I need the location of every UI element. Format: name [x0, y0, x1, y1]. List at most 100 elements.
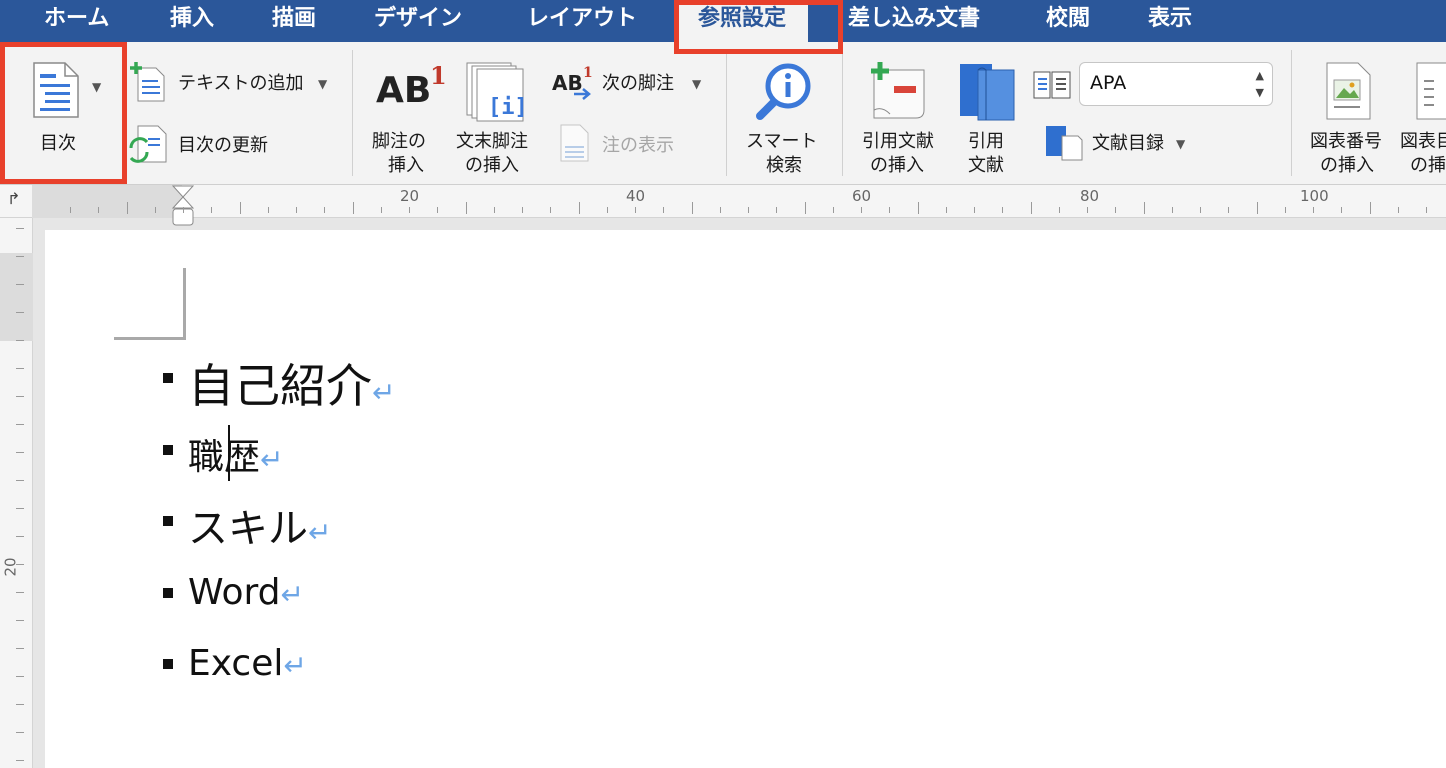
ruler-tick — [1285, 207, 1286, 213]
add-text-button[interactable]: テキストの追加 ▼ — [128, 62, 333, 106]
insert-tof-label-2: の挿 — [1410, 155, 1446, 176]
svg-text:AB: AB — [376, 70, 431, 111]
tab-draw[interactable]: 描画 — [272, 0, 316, 40]
tab-references[interactable]: 参照設定 — [676, 0, 809, 44]
citations-label-1: 引用 — [968, 131, 1004, 152]
ruler-tick — [16, 704, 24, 705]
ruler-tick — [1200, 207, 1201, 213]
ruler-tick — [579, 202, 580, 214]
smart-lookup-label-1: スマート — [746, 131, 818, 152]
next-footnote-button[interactable]: AB 1 次の脚注 ▼ — [552, 64, 712, 104]
list-item[interactable]: スキル↵ — [188, 496, 331, 554]
ruler-mark: 40 — [626, 187, 646, 205]
list-item-text: Excel — [188, 643, 284, 684]
show-notes-label: 注の表示 — [602, 135, 674, 156]
ruler-tick — [1002, 207, 1003, 213]
list-item[interactable]: Word↵ — [188, 572, 304, 613]
margin-corner-mark — [114, 268, 186, 340]
manage-sources-icon[interactable] — [1032, 68, 1072, 102]
tab-home[interactable]: ホーム — [44, 0, 109, 40]
list-bullet — [163, 373, 173, 383]
vertical-ruler[interactable]: 20 — [0, 218, 33, 768]
horizontal-ruler[interactable]: ↱ 20 40 60 80 100 — [0, 185, 1446, 226]
smart-lookup-button[interactable]: スマート 検索 — [738, 42, 832, 182]
ruler-tick — [16, 760, 24, 761]
ribbon: ▼ 目次 テキストの追加 ▼ 目次の更新 AB 1 脚注の 挿入 [i] 文末脚… — [0, 42, 1446, 185]
tab-stop-icon[interactable]: ↱ — [7, 189, 20, 208]
ruler-tick — [494, 207, 495, 213]
toc-button[interactable]: ▼ 目次 — [6, 42, 121, 182]
divider — [842, 50, 843, 176]
ruler-tick — [522, 207, 523, 213]
svg-text:[i]: [i] — [488, 95, 526, 120]
insert-footnote-button[interactable]: AB 1 脚注の 挿入 — [364, 42, 450, 182]
ruler-tick — [16, 480, 24, 481]
tab-mailings[interactable]: 差し込み文書 — [848, 0, 980, 40]
ruler-mark: 20 — [400, 187, 420, 205]
ribbon-tab-bar: ホーム 挿入 描画 デザイン レイアウト 参照設定 差し込み文書 校閲 表示 — [0, 0, 1446, 44]
citation-style-select[interactable]: APA ▲ ▼ — [1079, 62, 1273, 106]
insert-endnote-label-2: の挿入 — [465, 155, 519, 176]
ruler-tick — [692, 202, 693, 214]
insert-caption-label-1: 図表番号 — [1310, 131, 1382, 152]
ruler-tick — [409, 207, 410, 213]
insert-caption-icon — [1326, 62, 1371, 120]
insert-citation-label-1: 引用文献 — [862, 131, 934, 152]
update-toc-button[interactable]: 目次の更新 — [128, 122, 288, 166]
tab-design[interactable]: デザイン — [374, 0, 462, 40]
ruler-tick — [240, 202, 241, 214]
insert-caption-button[interactable]: 図表番号 の挿入 — [1302, 42, 1398, 182]
ruler-tick — [1172, 207, 1173, 213]
bibliography-button[interactable]: 文献目録 ▼ — [1044, 124, 1194, 164]
tab-insert[interactable]: 挿入 — [170, 0, 214, 40]
insert-citation-button[interactable]: 引用文献 の挿入 — [856, 42, 948, 182]
ruler-tick — [16, 368, 24, 369]
list-item[interactable]: Excel↵ — [188, 643, 307, 684]
bibliography-icon — [1046, 126, 1083, 161]
list-item[interactable]: 職歴↵ — [188, 428, 283, 480]
insert-caption-label-2: の挿入 — [1320, 155, 1374, 176]
return-mark-icon: ↵ — [283, 649, 307, 682]
ruler-tick — [635, 207, 636, 213]
ruler-tick — [16, 620, 24, 621]
insert-table-of-figures-button[interactable]: 図表目 の挿 — [1400, 42, 1446, 182]
insert-endnote-button[interactable]: [i] 文末脚注 の挿入 — [452, 42, 542, 182]
divider — [726, 50, 727, 176]
citations-button[interactable]: 引用 文献 — [950, 42, 1026, 182]
ruler-tick — [127, 202, 128, 214]
ruler-tick — [16, 284, 24, 285]
ruler-tick — [1059, 207, 1060, 213]
endnote-icon: [i] — [466, 62, 526, 122]
show-notes-button[interactable]: 注の表示 — [558, 124, 688, 164]
tab-view[interactable]: 表示 — [1148, 0, 1192, 40]
ruler-tick — [974, 207, 975, 213]
divider — [1291, 50, 1292, 176]
insert-tof-label-1: 図表目 — [1400, 131, 1446, 152]
add-text-icon — [130, 62, 165, 102]
list-item[interactable]: 自己紹介↵ — [188, 350, 395, 416]
ruler-tick — [16, 256, 24, 257]
ruler-tick — [607, 207, 608, 213]
tab-review[interactable]: 校閲 — [1046, 0, 1090, 40]
ruler-tick — [16, 424, 24, 425]
ruler-tick — [183, 207, 184, 213]
insert-endnote-label-1: 文末脚注 — [456, 131, 528, 152]
citation-style-value: APA — [1090, 72, 1127, 94]
ruler-tick — [946, 207, 947, 213]
ruler-tick — [1144, 202, 1145, 214]
toc-icon — [33, 62, 79, 118]
indent-marker-icon[interactable] — [172, 185, 194, 227]
svg-text:AB: AB — [552, 71, 583, 95]
ruler-tick — [16, 648, 24, 649]
ruler-tick — [663, 207, 664, 213]
table-of-figures-icon — [1416, 62, 1446, 120]
ruler-tick — [16, 508, 24, 509]
ruler-tick — [1087, 207, 1088, 213]
list-bullet — [163, 588, 173, 598]
list-item-text: 職歴 — [188, 437, 261, 478]
insert-citation-icon — [871, 62, 925, 119]
tab-layout[interactable]: レイアウト — [527, 0, 637, 40]
ruler-tick — [1426, 207, 1427, 213]
ruler-tick — [1115, 207, 1116, 213]
show-notes-icon — [560, 124, 589, 162]
